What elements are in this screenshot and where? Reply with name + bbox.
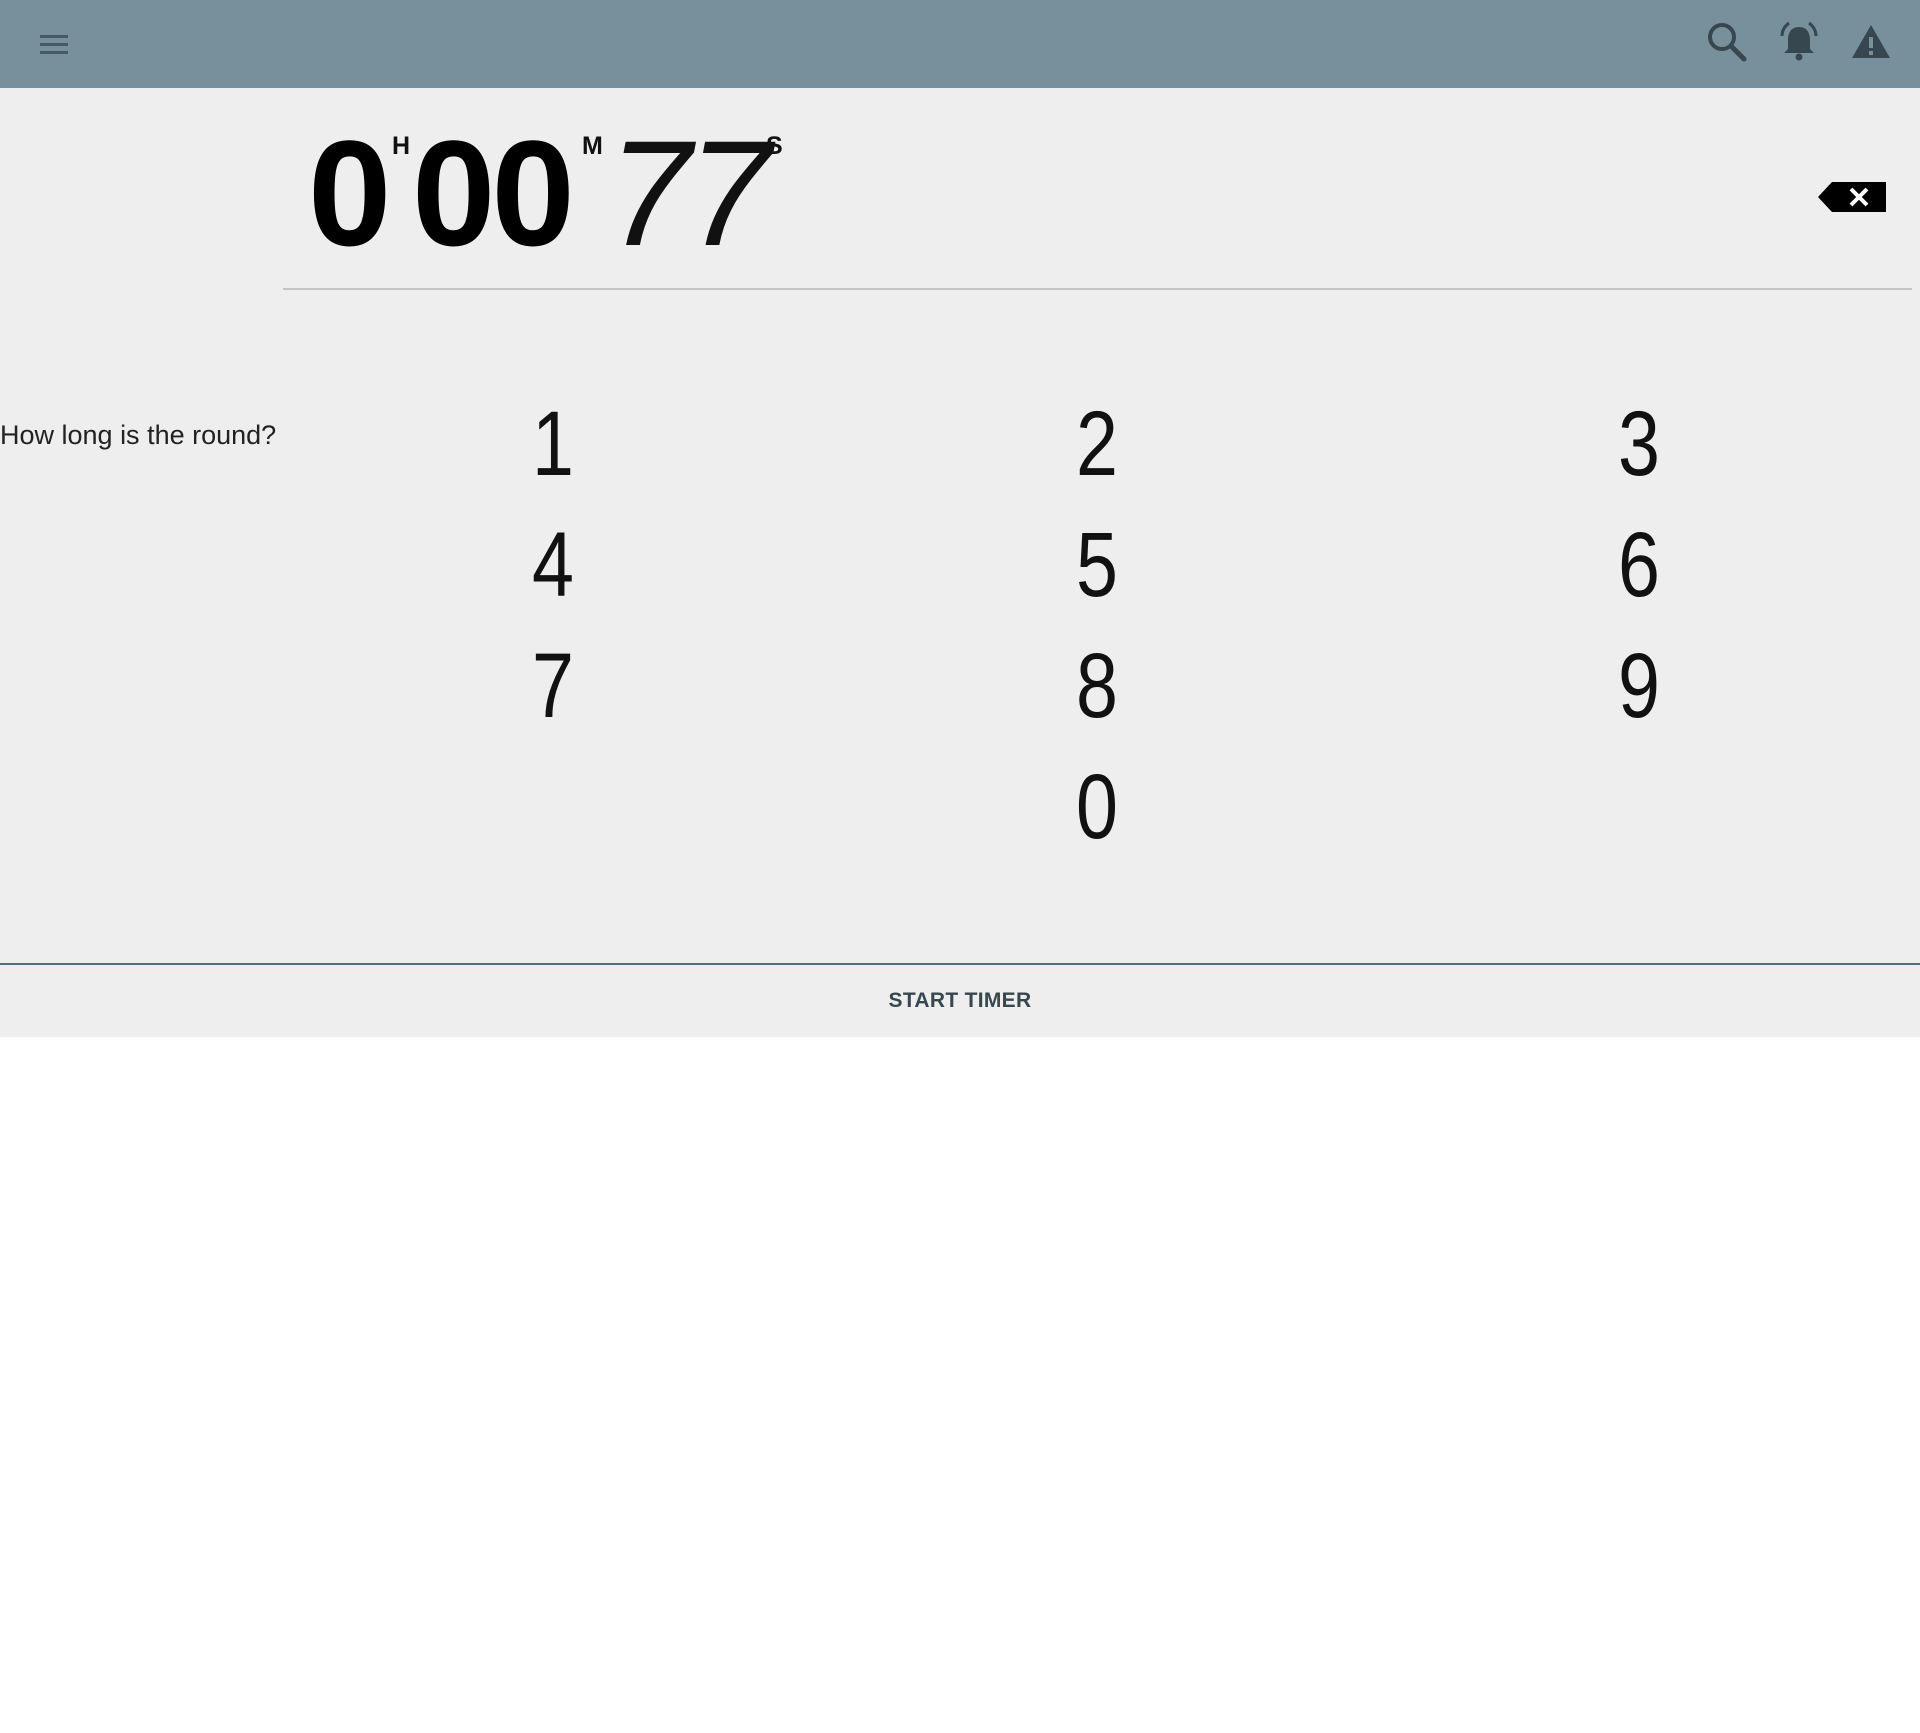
minutes-value: 00 <box>412 109 575 277</box>
alarm-icon[interactable] <box>1775 18 1823 66</box>
round-length-prompt: How long is the round? <box>0 420 277 450</box>
readout-divider <box>283 288 1912 290</box>
warning-icon[interactable] <box>1847 18 1895 66</box>
keypad-key-4[interactable]: 4 <box>479 510 627 620</box>
keypad-key-7[interactable]: 7 <box>479 631 627 741</box>
keypad-key-2[interactable]: 2 <box>1023 389 1171 499</box>
keypad-key-1[interactable]: 1 <box>479 389 627 499</box>
keypad-key-3[interactable]: 3 <box>1565 389 1713 499</box>
minutes-unit-label: M <box>582 132 603 160</box>
keypad-key-9[interactable]: 9 <box>1565 631 1713 741</box>
keypad-key-8[interactable]: 8 <box>1023 631 1171 741</box>
app-toolbar <box>0 0 1920 88</box>
menu-icon[interactable] <box>30 20 78 68</box>
keypad-key-0[interactable]: 0 <box>1023 752 1171 862</box>
hours-unit-label: H <box>392 132 411 160</box>
hours-value: 0 <box>308 109 391 277</box>
seconds-value: 77 <box>608 109 771 277</box>
keypad-key-6[interactable]: 6 <box>1565 510 1713 620</box>
search-icon[interactable] <box>1703 18 1751 66</box>
start-timer-button[interactable]: START TIMER <box>0 965 1920 1037</box>
keypad-key-5[interactable]: 5 <box>1023 510 1171 620</box>
backspace-icon[interactable] <box>1810 175 1890 219</box>
seconds-unit-label: S <box>766 132 783 160</box>
